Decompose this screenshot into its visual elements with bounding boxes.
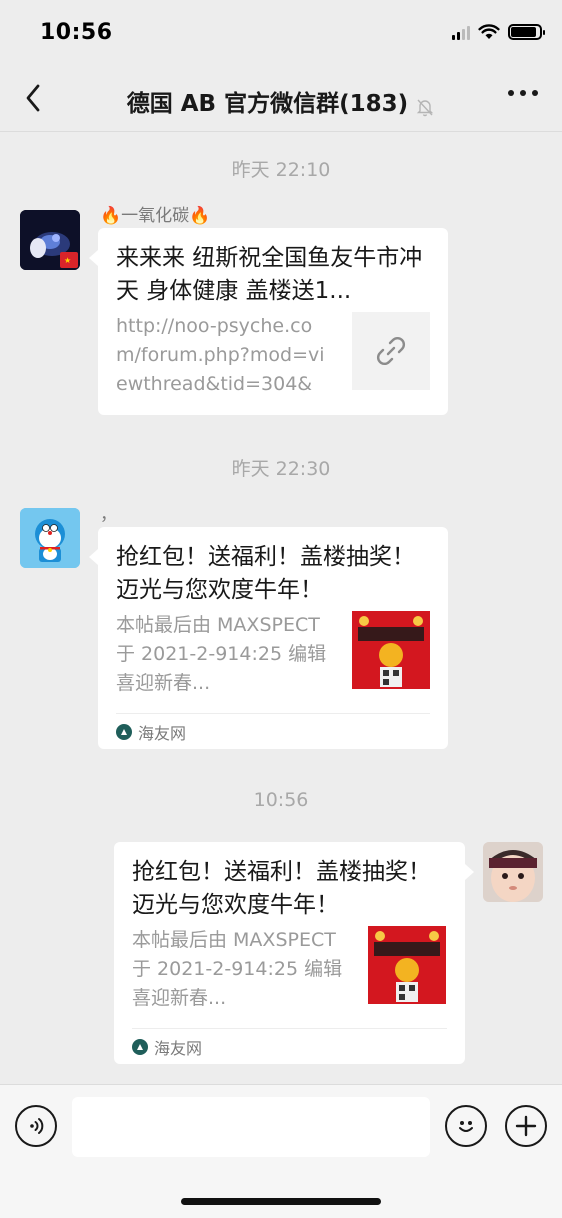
voice-icon [30,1118,44,1134]
card-source: 海友网 [116,713,430,749]
back-button[interactable] [18,82,50,114]
card-description: http://noo-psyche.com/forum.php?mod=view… [116,315,325,395]
link-icon [377,337,405,365]
source-name: 海友网 [138,723,187,743]
message-timestamp: 10:56 [253,789,309,811]
wifi-icon [478,24,500,39]
plus-icon [515,1115,537,1137]
dot-icon [532,90,538,96]
mute-bell-icon [417,99,434,116]
avatar-image [483,842,543,902]
status-time: 10:56 [40,20,113,45]
voice-button[interactable] [15,1105,57,1147]
status-icons [452,24,545,40]
source-name: 海友网 [154,1038,203,1058]
chat-header: 德国 AB 官方微信群(183) [0,64,562,132]
chat-title: 德国 AB 官方微信群(183) [126,91,409,117]
message-input[interactable] [72,1097,430,1157]
article-thumbnail [368,926,446,1004]
card-source: 海友网 [132,1028,447,1064]
dot-icon [508,90,514,96]
emoji-icon [459,1121,473,1132]
link-thumbnail [352,312,430,390]
card-description: 本帖最后由 MAXSPECT 于 2021-2-914:25 编辑喜迎新春... [116,614,327,694]
my-avatar[interactable] [483,842,543,902]
avatar-image: ★ [20,210,80,270]
article-card[interactable]: 抢红包！送福利！盖楼抽奖！迈光与您欢度牛年！ 本帖最后由 MAXSPECT 于 … [89,527,448,749]
link-card[interactable]: 来来来 纽斯祝全国鱼友牛市冲天 身体健康 盖楼送1... http://noo-… [89,228,448,415]
avatar-image [20,508,80,568]
chat-title-wrap: 德国 AB 官方微信群(183) [100,84,462,118]
article-thumbnail [352,611,430,689]
emoji-button[interactable] [445,1105,487,1147]
card-description: 本帖最后由 MAXSPECT 于 2021-2-914:25 编辑喜迎新春... [132,929,343,1009]
sender-name: ， [100,505,117,525]
sender-name: 🔥一氧化碳🔥 [100,206,211,226]
chevron-left-icon [26,84,40,112]
svg-text:★: ★ [64,256,71,265]
dot-icon [520,90,526,96]
status-bar: 10:56 [0,0,562,64]
message-timestamp: 昨天 22:10 [231,159,331,181]
cellular-signal-icon [452,24,470,40]
home-indicator [181,1198,381,1205]
article-card[interactable]: 抢红包！送福利！盖楼抽奖！迈光与您欢度牛年！ 本帖最后由 MAXSPECT 于 … [114,842,474,1064]
plus-button[interactable] [505,1105,547,1147]
article-image [352,611,430,689]
source-logo-icon [132,1038,148,1055]
card-title: 来来来 纽斯祝全国鱼友牛市冲天 身体健康 盖楼送1... [116,245,423,304]
avatar[interactable] [20,508,80,568]
card-title: 抢红包！送福利！盖楼抽奖！迈光与您欢度牛年！ [116,544,415,603]
avatar[interactable]: ★ [20,210,80,270]
message-timestamp: 昨天 22:30 [231,458,331,480]
card-title: 抢红包！送福利！盖楼抽奖！迈光与您欢度牛年！ [132,859,431,918]
more-options-button[interactable] [508,90,538,96]
article-image [368,926,446,1004]
source-logo-icon [116,723,132,740]
battery-icon [508,24,545,40]
